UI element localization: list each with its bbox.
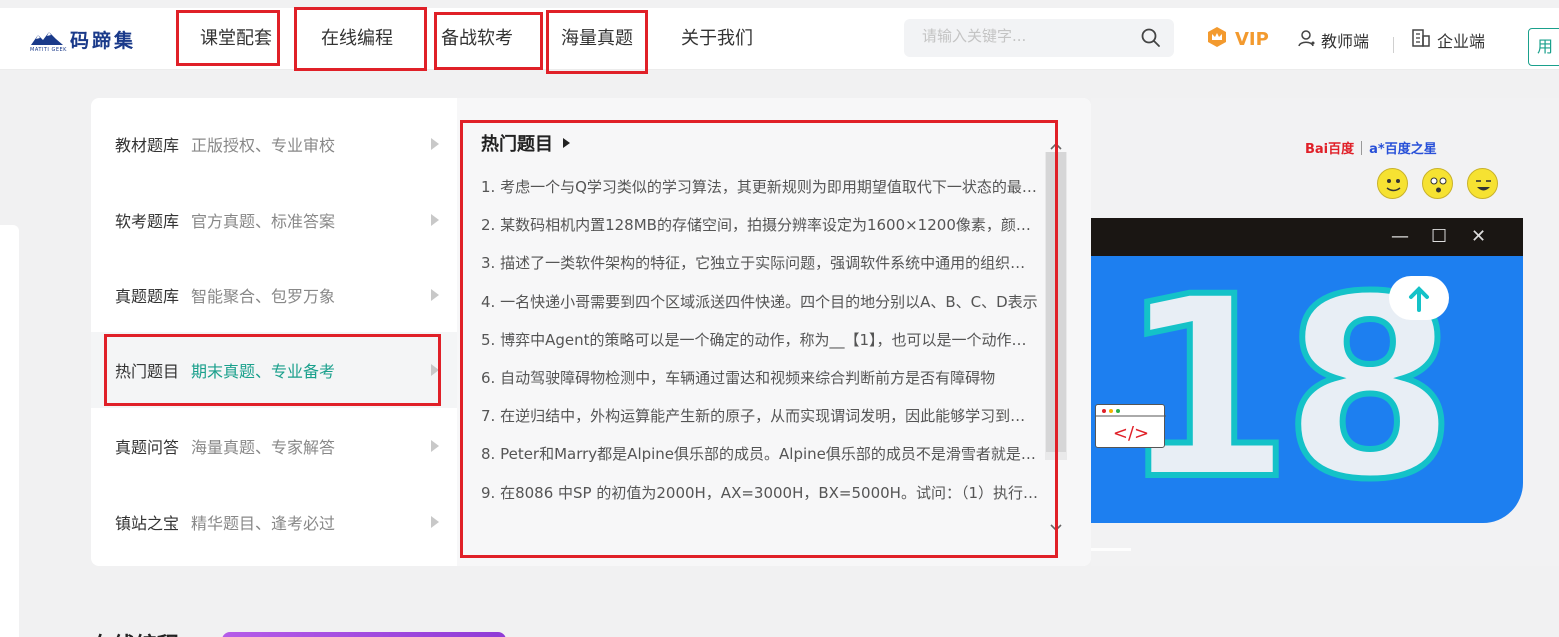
category-desc: 官方真题、标准答案 (191, 212, 336, 231)
nav-about-us[interactable]: 关于我们 (681, 8, 753, 70)
background-panel (0, 225, 19, 637)
highlight-box-online-coding (294, 7, 427, 71)
enterprise-label: 企业端 (1437, 32, 1486, 51)
highlight-box-soft-exam (434, 12, 543, 70)
category-item-textbook[interactable]: 教材题库 正版授权、专业审校 (91, 106, 457, 182)
logo-subtitle: MATITI GEEK (30, 46, 67, 53)
chevron-right-icon (431, 440, 439, 452)
emoji-row (1377, 168, 1498, 199)
grin-emoji-icon (1467, 168, 1498, 199)
category-item-treasure[interactable]: 镇站之宝 精华题目、逢考必过 (91, 484, 457, 560)
section-title: 在线编程 (91, 628, 179, 637)
category-desc: 智能聚合、包罗万象 (191, 287, 336, 306)
baidu-logo-text: Bai百度 (1305, 142, 1355, 157)
user-login-button[interactable]: 用 (1528, 28, 1559, 66)
search-input[interactable] (922, 27, 1132, 45)
baidu-star-logo-text: a*百度之星 (1369, 142, 1437, 157)
vip-label: VIP (1235, 28, 1269, 50)
category-name: 镇站之宝 (115, 514, 180, 533)
close-icon: ✕ (1471, 226, 1487, 247)
user-icon (1297, 28, 1317, 52)
header-divider (1393, 37, 1394, 53)
search-box (904, 19, 1174, 57)
cloud-upload-icon (1389, 276, 1449, 320)
crown-icon (1206, 26, 1228, 52)
enterprise-portal-link[interactable]: 企业端 (1411, 28, 1485, 52)
category-name: 教材题库 (115, 136, 180, 155)
chevron-right-icon (431, 289, 439, 301)
category-item-qa[interactable]: 真题问答 海量真题、专家解答 (91, 408, 457, 484)
banner-window-illustration: — ☐ ✕ 18 (1091, 218, 1523, 527)
search-icon[interactable] (1140, 27, 1162, 49)
building-icon (1411, 28, 1431, 52)
vip-link[interactable]: VIP (1206, 26, 1269, 52)
partner-logo: Bai百度 a*百度之星 (1305, 138, 1437, 157)
carousel-indicator[interactable] (1091, 548, 1131, 551)
code-window-icon: </> (1095, 404, 1166, 448)
category-desc: 正版授权、专业审校 (191, 136, 336, 155)
highlight-box-question-bank (546, 10, 648, 74)
category-desc: 精华题目、逢考必过 (191, 514, 336, 533)
category-name: 真题题库 (115, 287, 180, 306)
section-badge (222, 632, 506, 637)
highlight-box-course-support (176, 10, 280, 66)
logo-mark-icon: MATITI GEEK (30, 29, 67, 53)
category-list: 教材题库 正版授权、专业审校 软考题库 官方真题、标准答案 真题题库 智能聚合、… (91, 98, 457, 566)
site-logo[interactable]: MATITI GEEK 码蹄集 (30, 26, 136, 53)
chevron-right-icon (431, 138, 439, 150)
category-desc: 海量真题、专家解答 (191, 438, 336, 457)
chevron-right-icon (431, 516, 439, 528)
category-item-soft-exam[interactable]: 软考题库 官方真题、标准答案 (91, 182, 457, 258)
smile-emoji-icon (1377, 168, 1408, 199)
highlight-box-hot-panel (460, 120, 1058, 558)
logo-brand-text: 码蹄集 (70, 30, 137, 52)
code-symbol: </> (1113, 423, 1149, 444)
teacher-label: 教师端 (1321, 32, 1370, 51)
highlight-box-hot-category (104, 334, 441, 406)
category-item-real-questions[interactable]: 真题题库 智能聚合、包罗万象 (91, 257, 457, 333)
promo-banner[interactable]: Bai百度 a*百度之星 — ☐ ✕ 18 </> (1091, 98, 1559, 566)
surprised-emoji-icon (1422, 168, 1453, 199)
teacher-portal-link[interactable]: 教师端 (1297, 28, 1369, 52)
category-name: 真题问答 (115, 438, 180, 457)
logo-divider (1361, 140, 1363, 155)
chevron-right-icon (431, 214, 439, 226)
category-name: 软考题库 (115, 212, 180, 231)
